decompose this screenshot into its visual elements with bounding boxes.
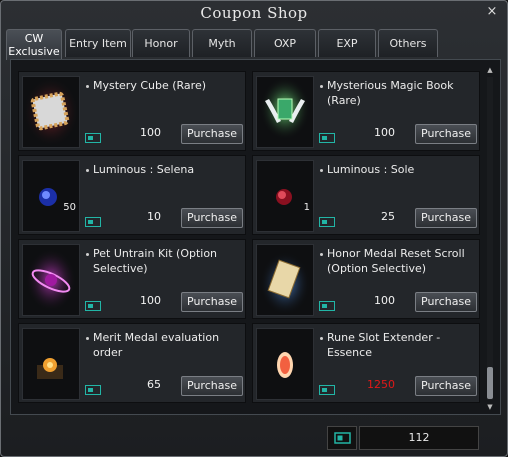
scroll-up-arrow-icon[interactable]: ▲ xyxy=(485,65,495,75)
merit-medal-icon xyxy=(22,328,80,400)
magic-book-icon xyxy=(256,76,314,148)
shop-item: Mystery Cube (Rare) 100 Purchase xyxy=(18,71,246,151)
pet-untrain-kit-icon xyxy=(22,244,80,316)
scrollbar[interactable]: ▲ ▼ xyxy=(485,65,495,412)
rune-essence-icon xyxy=(256,328,314,400)
balance-coupon-icon xyxy=(327,426,357,450)
item-quantity: 50 xyxy=(63,202,76,213)
coupon-icon xyxy=(85,212,101,227)
shop-item: Mysterious Magic Book (Rare) 100 Purchas… xyxy=(252,71,480,151)
item-price: 100 xyxy=(140,126,161,139)
item-price: 100 xyxy=(374,294,395,307)
close-icon[interactable]: × xyxy=(484,4,500,20)
item-name: Luminous : Sole xyxy=(327,163,415,176)
purchase-button[interactable]: Purchase xyxy=(415,124,477,144)
purchase-button[interactable]: Purchase xyxy=(181,208,243,228)
tab-others[interactable]: Others xyxy=(378,29,438,57)
scroll-track[interactable] xyxy=(487,77,493,400)
coupon-icon xyxy=(319,128,335,143)
coupon-icon xyxy=(319,380,335,395)
purchase-button[interactable]: Purchase xyxy=(415,208,477,228)
tab-honor[interactable]: Honor xyxy=(132,29,190,57)
item-name: Pet Untrain Kit (Option Selective) xyxy=(93,247,218,275)
scroll-icon xyxy=(256,244,314,316)
purchase-button[interactable]: Purchase xyxy=(415,376,477,396)
shop-item: Rune Slot Extender - Essence 1250 Purcha… xyxy=(252,323,480,403)
purchase-button[interactable]: Purchase xyxy=(181,292,243,312)
title-bar[interactable]: Coupon Shop xyxy=(1,1,507,25)
item-name: Merit Medal evaluation order xyxy=(93,331,220,359)
shop-item: 50 Luminous : Selena 10 Purchase xyxy=(18,155,246,235)
window-title: Coupon Shop xyxy=(200,4,308,22)
tab-entry-item[interactable]: Entry Item xyxy=(65,29,131,57)
blue-gem-icon: 50 xyxy=(22,160,80,232)
coupon-icon xyxy=(319,212,335,227)
item-name: Luminous : Selena xyxy=(93,163,195,176)
coupon-balance: 112 xyxy=(359,426,479,450)
shop-item: Honor Medal Reset Scroll (Option Selecti… xyxy=(252,239,480,319)
item-quantity: 1 xyxy=(303,202,310,213)
coupon-shop-window: Coupon Shop × CW Exclusive Entry Item Ho… xyxy=(0,0,508,457)
coupon-icon xyxy=(85,128,101,143)
shop-item: Pet Untrain Kit (Option Selective) 100 P… xyxy=(18,239,246,319)
coupon-icon xyxy=(85,380,101,395)
tab-myth[interactable]: Myth xyxy=(192,29,252,57)
coupon-icon xyxy=(85,296,101,311)
item-name: Rune Slot Extender - Essence xyxy=(327,331,441,359)
item-name: Mysterious Magic Book (Rare) xyxy=(327,79,454,107)
scroll-thumb[interactable] xyxy=(487,367,493,399)
tab-oxp[interactable]: OXP xyxy=(254,29,316,57)
item-price: 100 xyxy=(140,294,161,307)
purchase-button[interactable]: Purchase xyxy=(415,292,477,312)
item-price: 25 xyxy=(381,210,395,223)
scroll-down-arrow-icon[interactable]: ▼ xyxy=(485,402,495,412)
purchase-button[interactable]: Purchase xyxy=(181,376,243,396)
item-name: Mystery Cube (Rare) xyxy=(93,79,207,92)
purchase-button[interactable]: Purchase xyxy=(181,124,243,144)
item-name: Honor Medal Reset Scroll (Option Selecti… xyxy=(327,247,465,275)
tab-exp[interactable]: EXP xyxy=(318,29,376,57)
tab-cw-exclusive[interactable]: CW Exclusive xyxy=(6,29,62,60)
item-price: 100 xyxy=(374,126,395,139)
item-price: 65 xyxy=(147,378,161,391)
red-gem-icon: 1 xyxy=(256,160,314,232)
mystery-cube-icon xyxy=(22,76,80,148)
coupon-icon xyxy=(319,296,335,311)
shop-item: Merit Medal evaluation order 65 Purchase xyxy=(18,323,246,403)
shop-item: 1 Luminous : Sole 25 Purchase xyxy=(252,155,480,235)
item-price: 10 xyxy=(147,210,161,223)
item-price: 1250 xyxy=(367,378,395,391)
